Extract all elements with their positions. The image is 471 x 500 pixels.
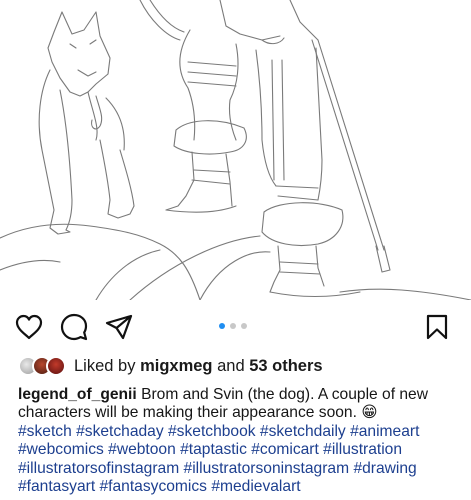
liker-username[interactable]: migxmeg <box>140 357 212 375</box>
hashtag-link[interactable]: #illustration <box>323 441 402 458</box>
bookmark-icon <box>426 314 448 340</box>
hashtag-link[interactable]: #sketch <box>18 423 72 440</box>
carousel-dot-active <box>219 323 225 329</box>
post-caption: legend_of_genii Brom and Svin (the dog).… <box>18 386 463 496</box>
hashtag-link[interactable]: #illustratorsofinstagram <box>18 460 179 477</box>
likes-and: and <box>217 356 245 375</box>
comment-button[interactable] <box>59 312 89 342</box>
likes-prefix: Liked by <box>74 356 136 375</box>
likes-summary: Liked by migxmeg and 53 others <box>74 357 323 376</box>
caption-text: Brom and Svin (the dog). A couple of new <box>141 386 428 403</box>
liker-avatars[interactable] <box>18 354 70 378</box>
carousel-dot <box>230 323 236 329</box>
carousel-dot <box>241 323 247 329</box>
hashtag-link[interactable]: #drawing <box>353 460 416 477</box>
hashtag-link[interactable]: #webtoon <box>108 441 176 458</box>
hashtag-line: #sketch #sketchaday #sketchbook #sketchd… <box>18 423 463 441</box>
hashtag-link[interactable]: #taptastic <box>180 441 247 458</box>
hashtag-line: #illustratorsofinstagram #illustratorson… <box>18 460 463 478</box>
hashtag-link[interactable]: #fantasyart <box>18 478 95 495</box>
hashtag-link[interactable]: #fantasycomics <box>100 478 207 495</box>
comment-icon <box>60 313 88 341</box>
paper-plane-icon <box>105 314 133 340</box>
like-button[interactable] <box>14 312 44 342</box>
hashtag-link[interactable]: #illustratorsoninstagram <box>184 460 350 477</box>
sketch-illustration <box>0 0 471 300</box>
hashtag-link[interactable]: #comicart <box>251 441 319 458</box>
hashtag-link[interactable]: #webcomics <box>18 441 104 458</box>
hashtag-link[interactable]: #medievalart <box>211 478 300 495</box>
hashtag-link[interactable]: #sketchbook <box>168 423 256 440</box>
likes-row: Liked by migxmeg and 53 others <box>18 354 323 378</box>
carousel-indicator <box>219 323 247 329</box>
hashtag-link[interactable]: #animeart <box>350 423 419 440</box>
heart-icon <box>15 314 43 340</box>
hashtag-link[interactable]: #sketchdaily <box>260 423 346 440</box>
hashtag-line: #webcomics #webtoon #taptastic #comicart… <box>18 441 463 459</box>
hashtag-link[interactable]: #sketchaday <box>76 423 164 440</box>
caption-text: characters will be making their appearan… <box>18 404 378 422</box>
share-button[interactable] <box>104 312 134 342</box>
caption-username[interactable]: legend_of_genii <box>18 386 137 403</box>
avatar <box>46 356 66 376</box>
caption-line: legend_of_genii Brom and Svin (the dog).… <box>18 386 463 404</box>
likes-others-link[interactable]: 53 others <box>249 357 322 375</box>
save-button[interactable] <box>422 312 452 342</box>
hashtag-line: #fantasyart #fantasycomics #medievalart <box>18 478 463 496</box>
post-image[interactable] <box>0 0 471 300</box>
